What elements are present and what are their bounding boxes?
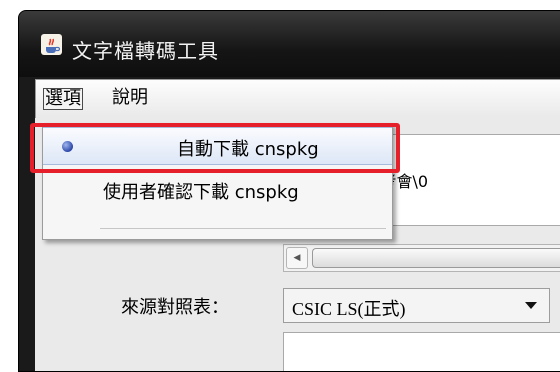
scroll-thumb[interactable] bbox=[312, 248, 560, 268]
menu-item-label: 使用者確認下載 cnspkg bbox=[103, 182, 299, 203]
menu-item-user-confirm-download[interactable]: 使用者確認下載 cnspkg bbox=[43, 171, 392, 207]
chevron-down-icon bbox=[525, 302, 537, 309]
scroll-left-icon[interactable]: ◀ bbox=[286, 247, 308, 269]
source-table-dropdown[interactable]: CSIC LS(正式) bbox=[283, 288, 550, 323]
source-table-value: CSIC LS(正式) bbox=[292, 299, 406, 319]
horizontal-scrollbar[interactable]: ◀ bbox=[283, 244, 560, 272]
menu-help[interactable]: 說明 bbox=[110, 88, 150, 108]
window-title: 文字檔轉碼工具 bbox=[72, 39, 219, 63]
menu-options[interactable]: 選項 bbox=[43, 88, 83, 110]
menu-bar: 選項 說明 bbox=[35, 79, 560, 119]
java-cup-icon bbox=[41, 34, 62, 55]
annotation-highlight-box bbox=[30, 123, 400, 173]
lower-field[interactable] bbox=[283, 332, 560, 371]
title-bar[interactable]: 文字檔轉碼工具 bbox=[19, 11, 560, 77]
menu-separator bbox=[100, 228, 386, 229]
source-table-label: 來源對照表： bbox=[121, 297, 229, 318]
